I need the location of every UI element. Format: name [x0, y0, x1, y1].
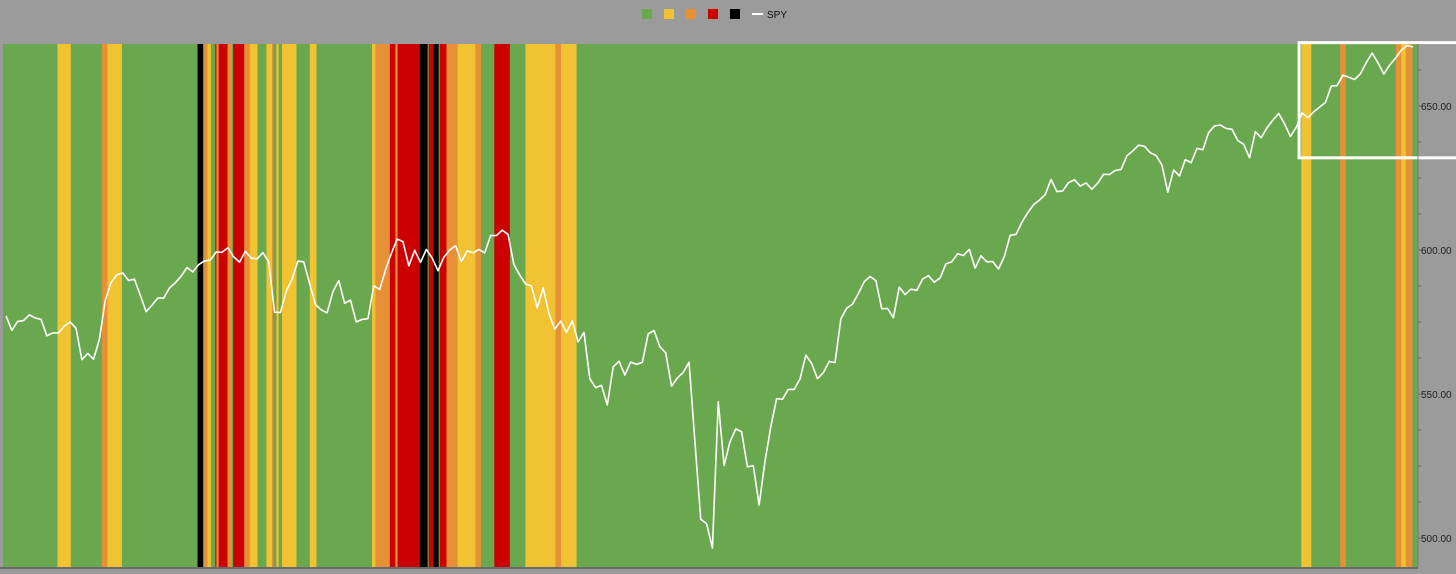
y-tick-label: 600.00	[1421, 246, 1452, 257]
regime-band	[1405, 44, 1413, 567]
regime-band	[70, 44, 103, 567]
regime-band	[1395, 44, 1402, 567]
y-tick-label: 650.00	[1421, 102, 1452, 113]
regime-band	[439, 44, 447, 567]
legend-swatch	[664, 9, 674, 19]
regime-band	[576, 44, 1302, 567]
regime-band	[1345, 44, 1397, 567]
regime-band	[397, 44, 421, 567]
regime-band	[433, 44, 440, 567]
legend-swatch	[642, 9, 652, 19]
legend-label: SPY	[767, 10, 787, 21]
regime-band	[107, 44, 123, 567]
regime-band	[233, 44, 245, 567]
regime-band	[372, 44, 376, 567]
regime-band	[57, 44, 72, 567]
legend-swatch	[686, 9, 696, 19]
regime-band	[210, 44, 216, 567]
regime-band	[281, 44, 297, 567]
regime-band	[257, 44, 267, 567]
regime-band	[494, 44, 511, 567]
plot-area	[3, 41, 1456, 567]
regime-band	[389, 44, 396, 567]
regime-band	[480, 44, 495, 567]
legend-swatch	[708, 9, 718, 19]
regime-band	[475, 44, 482, 567]
regime-band	[1401, 44, 1407, 567]
regime-band	[446, 44, 459, 567]
regime-band	[1311, 44, 1341, 567]
regime-band	[204, 44, 208, 567]
regime-band	[375, 44, 391, 567]
regime-band	[560, 44, 577, 567]
regime-band	[207, 44, 212, 567]
regime-band	[218, 44, 228, 567]
regime-band	[428, 44, 434, 567]
regime-band	[244, 44, 251, 567]
regime-band	[266, 44, 273, 567]
regime-band	[1301, 44, 1312, 567]
regime-band	[3, 44, 58, 567]
regime-band	[1340, 44, 1347, 567]
regime-band	[121, 44, 198, 567]
regime-band	[555, 44, 562, 567]
regime-band	[316, 44, 373, 567]
regime-band	[457, 44, 476, 567]
regime-band	[509, 44, 526, 567]
regime-band	[296, 44, 311, 567]
y-tick-label: 550.00	[1421, 390, 1452, 401]
regime-band	[419, 44, 429, 567]
regime-band	[525, 44, 556, 567]
chart: SPY 500.00 550.00 600.00 650.00	[0, 0, 1456, 574]
y-tick-label: 500.00	[1421, 534, 1452, 545]
regime-band	[197, 44, 204, 567]
regime-band	[249, 44, 258, 567]
regime-band	[227, 44, 233, 567]
legend-swatch	[730, 9, 740, 19]
